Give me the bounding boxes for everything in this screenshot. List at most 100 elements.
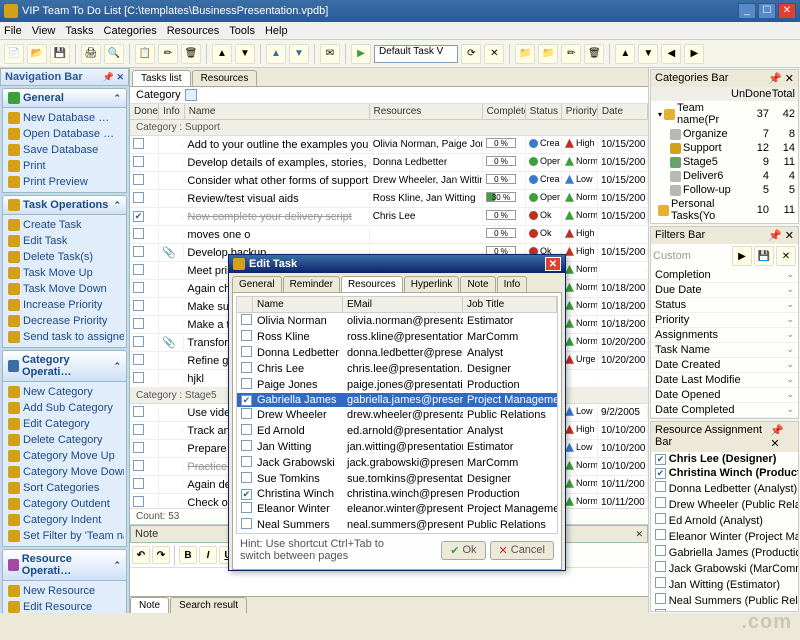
- resource-row[interactable]: Eleanor Winter (Project Management): [651, 528, 798, 544]
- dialog-tab-info[interactable]: Info: [497, 276, 528, 292]
- nav-item[interactable]: Delete Category: [5, 432, 124, 448]
- res-checkbox[interactable]: ✔: [241, 489, 252, 500]
- resource-row[interactable]: ✔Christina Winchchristina.winch@presenta…: [237, 487, 557, 501]
- note-collapse-icon[interactable]: ✕: [635, 529, 643, 540]
- nav-item[interactable]: Decrease Priority: [5, 313, 124, 329]
- nav-item[interactable]: Edit Task: [5, 233, 124, 249]
- resource-row[interactable]: Jan Wittingjan.witting@presentation.cEst…: [237, 439, 557, 455]
- col-email[interactable]: EMail: [343, 297, 463, 312]
- done-checkbox[interactable]: [133, 228, 144, 239]
- filter-row[interactable]: Date Last Modifie⌄: [651, 373, 798, 388]
- menu-resources[interactable]: Resources: [167, 25, 220, 37]
- filter-row[interactable]: Date Completed⌄: [651, 403, 798, 418]
- dialog-titlebar[interactable]: Edit Task ✕: [229, 255, 565, 273]
- task-row[interactable]: Consider what other forms of support can…: [130, 172, 648, 190]
- filter-clear-icon[interactable]: ✕: [776, 246, 796, 266]
- new-task-icon[interactable]: 📋: [135, 44, 155, 64]
- tree-node[interactable]: Deliver644: [651, 169, 798, 183]
- resource-row[interactable]: Ed Arnolded.arnold@presentation.cAnalyst: [237, 423, 557, 439]
- cat-indent-icon[interactable]: ▶: [684, 44, 704, 64]
- nav-item[interactable]: Category Move Up: [5, 448, 124, 464]
- res-checkbox[interactable]: [655, 577, 666, 588]
- nav-item[interactable]: Category Indent: [5, 512, 124, 528]
- col-name[interactable]: Name: [253, 297, 343, 312]
- done-checkbox[interactable]: [133, 496, 144, 507]
- done-checkbox[interactable]: [133, 442, 144, 453]
- nav-item[interactable]: Delete Task(s): [5, 249, 124, 265]
- category-group[interactable]: Category : Support: [130, 120, 648, 136]
- preview-icon[interactable]: 🔍: [104, 44, 124, 64]
- nav-item[interactable]: Save Database: [5, 142, 124, 158]
- nav-item[interactable]: Task Move Down: [5, 281, 124, 297]
- nav-item[interactable]: Send task to assigned res…: [5, 329, 124, 345]
- nav-item[interactable]: Category Outdent: [5, 496, 124, 512]
- decrease-prio-icon[interactable]: ▼: [289, 44, 309, 64]
- resource-row[interactable]: Drew Wheeler (Public Relations): [651, 496, 798, 512]
- nav-item[interactable]: Set Filter by 'Team name'…: [5, 528, 124, 544]
- resource-row[interactable]: Olivia Normanolivia.norman@presentatiEst…: [237, 313, 557, 329]
- filter-row[interactable]: Due Date⌄: [651, 283, 798, 298]
- res-checkbox[interactable]: [241, 424, 252, 435]
- filter-row[interactable]: Task Name⌄: [651, 343, 798, 358]
- redo-icon[interactable]: ↷: [152, 546, 170, 564]
- print-icon[interactable]: 🖨: [81, 44, 101, 64]
- resource-row[interactable]: Ed Arnold (Analyst): [651, 512, 798, 528]
- menu-tasks[interactable]: Tasks: [65, 25, 93, 37]
- filter-row[interactable]: Date Opened⌄: [651, 388, 798, 403]
- task-row[interactable]: Add to your outline the examples you wil…: [130, 136, 648, 154]
- filter-apply-icon[interactable]: ▶: [732, 246, 752, 266]
- res-checkbox[interactable]: ✔: [241, 395, 252, 406]
- resource-row[interactable]: Paige Jonespaige.jones@presentationProdu…: [237, 377, 557, 393]
- done-checkbox[interactable]: [133, 192, 144, 203]
- resource-row[interactable]: Gabriella James (Production): [651, 544, 798, 560]
- nav-item[interactable]: Category Move Down: [5, 464, 124, 480]
- tree-node[interactable]: ▾Team name(Pr3742: [651, 101, 798, 127]
- nav-item[interactable]: Create Task: [5, 217, 124, 233]
- col-header[interactable]: Date: [598, 104, 648, 119]
- tree-node[interactable]: Follow-up55: [651, 183, 798, 197]
- done-checkbox[interactable]: [133, 138, 144, 149]
- res-checkbox[interactable]: [241, 456, 252, 467]
- menu-categories[interactable]: Categories: [104, 25, 157, 37]
- nav-item[interactable]: Print Preview: [5, 174, 124, 190]
- bold-icon[interactable]: B: [179, 546, 197, 564]
- nav-item[interactable]: Increase Priority: [5, 297, 124, 313]
- tab-tasks[interactable]: Tasks list: [132, 70, 191, 86]
- note-editor[interactable]: [130, 568, 648, 596]
- dialog-tab-resources[interactable]: Resources: [341, 276, 403, 292]
- task-row[interactable]: moves one o0 %OkHigh: [130, 226, 648, 244]
- res-checkbox[interactable]: [655, 497, 666, 508]
- menu-tools[interactable]: Tools: [229, 25, 255, 37]
- resource-row[interactable]: ✔ Christina Winch (Production): [651, 466, 798, 480]
- col-header[interactable]: Done: [130, 104, 159, 119]
- delete-view-icon[interactable]: ✕: [484, 44, 504, 64]
- resource-row[interactable]: Donna Ledbetterdonna.ledbetter@presentAn…: [237, 345, 557, 361]
- filter-row[interactable]: Assignments⌄: [651, 328, 798, 343]
- move-down-icon[interactable]: ▼: [235, 44, 255, 64]
- resource-row[interactable]: ✔ Chris Lee (Designer): [651, 452, 798, 466]
- tree-node[interactable]: Organize78: [651, 127, 798, 141]
- col-header[interactable]: Status: [526, 104, 562, 119]
- nav-section-general[interactable]: General⌃: [2, 88, 127, 108]
- italic-icon[interactable]: I: [199, 546, 217, 564]
- done-checkbox[interactable]: [133, 424, 144, 435]
- done-checkbox[interactable]: [133, 406, 144, 417]
- done-checkbox[interactable]: [133, 318, 144, 329]
- dialog-tab-hyperlink[interactable]: Hyperlink: [404, 276, 460, 292]
- resource-row[interactable]: Neal Summersneal.summers@presentatiPubli…: [237, 517, 557, 533]
- res-checkbox[interactable]: ✔: [655, 468, 666, 479]
- undo-icon[interactable]: ↶: [132, 546, 150, 564]
- dropdown-icon[interactable]: [185, 89, 197, 101]
- col-jobtitle[interactable]: Job Title: [463, 297, 557, 312]
- res-checkbox[interactable]: [241, 346, 252, 357]
- resource-row[interactable]: Drew Wheelerdrew.wheeler@presentatiPubli…: [237, 407, 557, 423]
- col-header[interactable]: Complete: [483, 104, 526, 119]
- nav-section-catops[interactable]: Category Operati…⌃: [2, 350, 127, 382]
- refresh-icon[interactable]: ⟳: [461, 44, 481, 64]
- close-icon[interactable]: 📌 ✕: [768, 72, 794, 85]
- tree-node[interactable]: Stage5911: [651, 155, 798, 169]
- cat-down-icon[interactable]: ▼: [638, 44, 658, 64]
- nav-section-taskops[interactable]: Task Operations⌃: [2, 195, 127, 215]
- done-checkbox[interactable]: [133, 300, 144, 311]
- close-button[interactable]: ✕: [778, 3, 796, 19]
